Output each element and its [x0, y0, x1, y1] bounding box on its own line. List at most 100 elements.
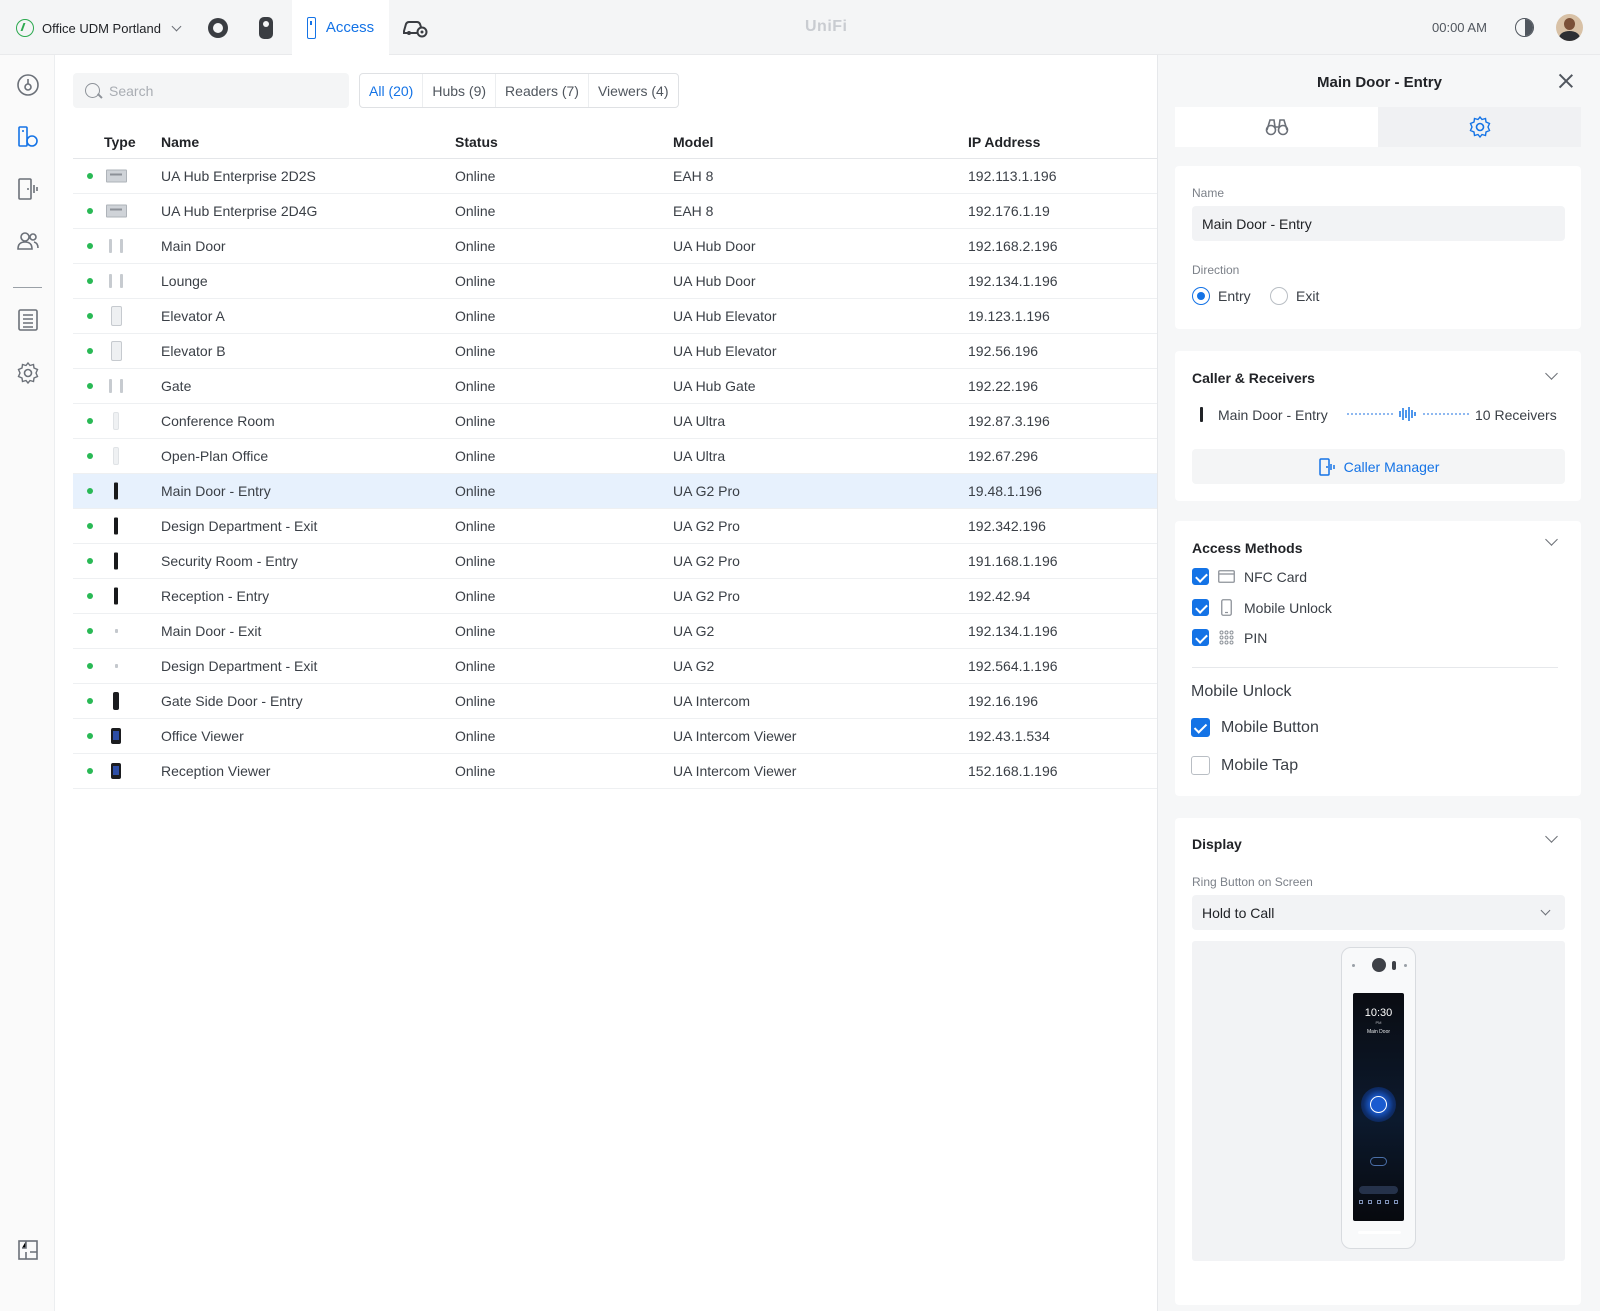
method-pin[interactable]: PIN — [1192, 629, 1267, 646]
ring-button-select[interactable]: Hold to Call — [1192, 895, 1565, 930]
access-icon — [306, 16, 316, 39]
column-model[interactable]: Model — [673, 134, 713, 150]
chevron-down-icon[interactable] — [1545, 533, 1558, 546]
sidebar-item-logs[interactable] — [16, 308, 40, 332]
table-row[interactable]: Open-Plan Office Online UA Ultra 192.67.296 — [73, 439, 1157, 474]
tab-overview[interactable] — [1175, 107, 1378, 147]
table-row[interactable]: Security Room - Entry Online UA G2 Pro 191.… — [73, 544, 1157, 579]
table-row[interactable]: Main Door - Exit Online UA G2 192.134.1.196 — [73, 614, 1157, 649]
panel-title: Main Door - Entry — [1316, 74, 1442, 91]
device-name: Reception Viewer — [161, 763, 271, 779]
column-status[interactable]: Status — [455, 134, 498, 150]
name-field[interactable]: Main Door - Entry — [1192, 206, 1565, 241]
mobile-unlock-subtitle: Mobile Unlock — [1191, 683, 1292, 700]
caller-device-name: Main Door - Entry — [1218, 407, 1328, 423]
app-tab-connect[interactable] — [390, 0, 440, 55]
tab-settings[interactable] — [1378, 107, 1581, 147]
checkbox-mobile-tap[interactable] — [1191, 756, 1210, 775]
caller-title: Caller & Receivers — [1192, 370, 1315, 386]
table-row[interactable]: Design Department - Exit Online UA G2 Pro 1… — [73, 509, 1157, 544]
device-model: UA G2 — [673, 623, 715, 639]
checkbox-mobile-button[interactable] — [1191, 718, 1210, 737]
table-row[interactable]: Gate Online UA Hub Gate 192.22.196 — [73, 369, 1157, 404]
app-tab-talk[interactable] — [242, 0, 290, 55]
site-switcher[interactable]: Office UDM Portland — [16, 17, 182, 39]
filter-tab[interactable]: Readers (7) — [496, 74, 589, 107]
checkbox-nfc-card[interactable] — [1192, 568, 1209, 585]
search-input[interactable] — [109, 82, 329, 99]
dashboard-icon — [17, 74, 39, 96]
device-name: Design Department - Exit — [161, 658, 318, 674]
device-ip: 192.168.2.196 — [968, 238, 1058, 254]
sidebar-item-doors[interactable] — [16, 177, 40, 201]
filter-tab[interactable]: Hubs (9) — [423, 74, 497, 107]
device-ip: 192.43.1.534 — [968, 728, 1050, 744]
panel-tabs — [1175, 107, 1581, 147]
table-row[interactable]: Conference Room Online UA Ultra 192.87.3.19… — [73, 404, 1157, 439]
theme-toggle-icon[interactable] — [1515, 18, 1534, 37]
radio-exit[interactable] — [1270, 287, 1288, 305]
online-status-dot — [87, 663, 93, 669]
table-row[interactable]: Main Door Online UA Hub Door 192.168.2.196 — [73, 229, 1157, 264]
sidebar-item-floorplan[interactable] — [16, 1238, 40, 1262]
column-type[interactable]: Type — [104, 134, 136, 150]
radio-entry[interactable] — [1192, 287, 1210, 305]
online-status-dot — [87, 768, 93, 774]
column-name[interactable]: Name — [161, 134, 199, 150]
table-row[interactable]: Gate Side Door - Entry Online UA Intercom 1… — [73, 684, 1157, 719]
table-row[interactable]: Elevator B Online UA Hub Elevator 192.56.19… — [73, 334, 1157, 369]
device-ip: 192.16.196 — [968, 693, 1039, 709]
avatar[interactable] — [1556, 14, 1583, 41]
table-row[interactable]: Lounge Online UA Hub Door 192.134.1.196 — [73, 264, 1157, 299]
table-row[interactable]: Office Viewer Online UA Intercom Viewer 192… — [73, 719, 1157, 754]
chevron-down-icon[interactable] — [1545, 830, 1558, 843]
table-row[interactable]: Reception - Entry Online UA G2 Pro 192.42.9… — [73, 579, 1157, 614]
app-tab-access[interactable]: Access — [292, 0, 389, 55]
checkbox-pin[interactable] — [1192, 629, 1209, 646]
device-status: Online — [455, 413, 496, 429]
ring-button-value: Hold to Call — [1202, 904, 1275, 921]
device-type-icon — [105, 270, 127, 292]
device-type-icon — [105, 620, 127, 642]
device-name: Office Viewer — [161, 728, 244, 744]
device-status: Online — [455, 378, 496, 394]
users-icon — [17, 232, 39, 250]
filter-tab[interactable]: Viewers (4) — [589, 74, 678, 107]
direction-exit-label: Exit — [1296, 288, 1320, 304]
sidebar-item-settings[interactable] — [16, 361, 40, 385]
device-type-icon — [105, 200, 127, 222]
column-ip-address[interactable]: IP Address — [968, 134, 1040, 150]
table-row[interactable]: Reception Viewer Online UA Intercom Viewer… — [73, 754, 1157, 789]
option-mobile-button[interactable]: Mobile Button — [1191, 718, 1319, 737]
table-row[interactable]: UA Hub Enterprise 2D2S Online EAH 8 192.113… — [73, 159, 1157, 194]
chevron-down-icon[interactable] — [1545, 367, 1558, 380]
unifi-logo: UniFi — [805, 18, 848, 35]
direction-exit-radio[interactable]: Exit — [1270, 287, 1319, 305]
direction-entry-radio[interactable]: Entry — [1192, 287, 1251, 305]
checkbox-mobile-unlock[interactable] — [1192, 599, 1209, 616]
sidebar-item-devices[interactable] — [16, 125, 40, 149]
filter-tab[interactable]: All (20) — [360, 74, 424, 107]
card-icon — [1218, 570, 1235, 584]
online-status-dot — [87, 558, 93, 564]
caller-manager-button[interactable]: Caller Manager — [1192, 449, 1565, 484]
device-name: Main Door - Entry — [161, 483, 271, 499]
method-nfc-card[interactable]: NFC Card — [1192, 568, 1307, 585]
app-tab-protect[interactable] — [194, 0, 242, 55]
table-row[interactable]: Main Door - Entry Online UA G2 Pro 19.48.1.… — [73, 474, 1157, 509]
method-mobile-unlock[interactable]: Mobile Unlock — [1192, 599, 1332, 616]
search-box[interactable] — [73, 73, 349, 108]
device-ip: 192.134.1.196 — [968, 623, 1058, 639]
online-status-dot — [87, 243, 93, 249]
device-list-area: All (20)Hubs (9)Readers (7)Viewers (4) T… — [55, 55, 1157, 1311]
table-row[interactable]: Elevator A Online UA Hub Elevator 19.123.1.… — [73, 299, 1157, 334]
sidebar-item-dashboard[interactable] — [16, 73, 40, 97]
sidebar-item-users[interactable] — [16, 229, 40, 253]
table-row[interactable]: UA Hub Enterprise 2D4G Online EAH 8 192.176… — [73, 194, 1157, 229]
direction-label: Direction — [1192, 263, 1240, 277]
table-row[interactable]: Design Department - Exit Online UA G2 192.5… — [73, 649, 1157, 684]
option-mobile-tap[interactable]: Mobile Tap — [1191, 756, 1298, 775]
close-icon[interactable] — [1558, 73, 1574, 89]
device-name: UA Hub Enterprise 2D4G — [161, 203, 318, 219]
online-status-dot — [87, 698, 93, 704]
